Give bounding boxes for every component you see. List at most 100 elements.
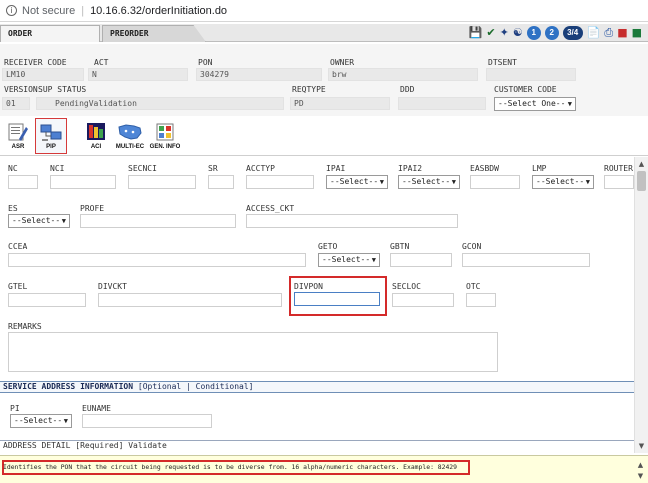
secloc-input[interactable] (392, 293, 454, 307)
nci-input[interactable] (50, 175, 116, 189)
ipai-label: IPAI (326, 164, 346, 173)
excel-icon[interactable]: ■ (632, 26, 642, 40)
asr-caption: ASR (11, 144, 25, 150)
tab-order[interactable]: ORDER (0, 25, 100, 42)
easbdw-label: EASBDW (470, 164, 499, 173)
profe-label: PROFE (80, 204, 105, 213)
es-select[interactable]: --Select-- ▼ (8, 214, 70, 228)
owner-field: brw (328, 68, 478, 81)
es-value: --Select-- (12, 216, 61, 225)
customer-code-select[interactable]: --Select One-- ▼ (494, 97, 576, 111)
receiver-code-field: LM10 (2, 68, 84, 81)
chevron-down-icon: ▼ (585, 178, 590, 186)
gen-info-button[interactable]: GEN. INFO (148, 118, 182, 154)
secloc-label: SECLOC (392, 282, 421, 291)
help-status-bar: Identifies the PON that the circuit bein… (0, 455, 648, 483)
scroll-down-icon[interactable]: ▼ (635, 440, 648, 452)
gbtn-label: GBTN (390, 242, 410, 251)
status-scrollbar[interactable]: ▲ ▼ (634, 459, 646, 481)
pdf-icon[interactable]: ■ (617, 26, 627, 40)
version-field: 01 (2, 97, 30, 110)
pi-label: PI (10, 404, 20, 413)
info-icon[interactable]: i (6, 5, 17, 16)
acctyp-label: ACCTYP (246, 164, 275, 173)
easbdw-input[interactable] (470, 175, 520, 189)
router-label: ROUTER (604, 164, 633, 173)
divckt-input[interactable] (98, 293, 282, 307)
pip-caption: PIP (46, 144, 56, 150)
gbtn-input[interactable] (390, 253, 452, 267)
pon-field: 304279 (196, 68, 322, 81)
divpon-input[interactable] (294, 292, 380, 306)
multi-ec-button[interactable]: MULTI-EC (112, 118, 148, 154)
save-icon[interactable]: 💾 (469, 26, 483, 40)
es-label: ES (8, 204, 18, 213)
run-icon[interactable]: ✦ (500, 26, 509, 40)
access-ckt-input[interactable] (246, 214, 458, 228)
dtsent-label: DTSENT (488, 58, 517, 67)
ipai2-label: IPAI2 (398, 164, 423, 173)
toolbar: 💾 ✔ ✦ ☯ 1 2 3/4 📄 ⎙ ■ ■ (469, 25, 642, 41)
browser-address-bar[interactable]: i Not secure | 10.16.6.32/orderInitiatio… (0, 0, 648, 22)
status-scroll-down-icon[interactable]: ▼ (634, 470, 647, 482)
euname-label: EUNAME (82, 404, 111, 413)
chevron-down-icon: ▼ (451, 178, 456, 186)
secnci-label: SECNCI (128, 164, 157, 173)
tab-preorder[interactable]: PREORDER (102, 25, 206, 42)
ipai2-value: --Select-- (402, 177, 451, 186)
lmp-select[interactable]: --Select-- ▼ (532, 175, 594, 189)
pi-select[interactable]: --Select-- ▼ (10, 414, 72, 428)
ipai2-select[interactable]: --Select-- ▼ (398, 175, 460, 189)
chevron-down-icon: ▼ (61, 217, 66, 225)
asr-button[interactable]: ASR (2, 118, 34, 154)
gtel-input[interactable] (8, 293, 86, 307)
dtsent-field (486, 68, 576, 81)
page-2-button[interactable]: 2 (544, 26, 559, 40)
chevron-down-icon: ▼ (567, 100, 572, 108)
person-run-icon[interactable]: ☯ (513, 26, 523, 40)
geto-value: --Select-- (322, 255, 371, 264)
gtel-label: GTEL (8, 282, 28, 291)
notes-icon[interactable]: 📄 (587, 26, 601, 40)
aci-button[interactable]: ACI (80, 118, 112, 154)
help-message: Identifies the PON that the circuit bein… (3, 463, 458, 471)
scroll-thumb[interactable] (637, 171, 646, 191)
aci-icon (87, 123, 105, 140)
remarks-textarea[interactable] (8, 332, 498, 372)
profe-input[interactable] (80, 214, 236, 228)
geto-select[interactable]: --Select-- ▼ (318, 253, 380, 267)
ccea-input[interactable] (8, 253, 306, 267)
nc-input[interactable] (8, 175, 38, 189)
pip-button[interactable]: PIP (35, 118, 67, 154)
page-1-button[interactable]: 1 (526, 26, 541, 40)
reqtype-field: PD (290, 97, 390, 110)
order-header: RECEIVER CODE LM10 ACT N PON 304279 OWNE… (0, 44, 648, 116)
page-3-4-button[interactable]: 3/4 (562, 26, 583, 40)
pon-label: PON (198, 58, 213, 67)
multi-ec-caption: MULTI-EC (115, 144, 145, 150)
router-input[interactable] (604, 175, 634, 189)
gcon-input[interactable] (462, 253, 590, 267)
ddd-label: DDD (400, 85, 415, 94)
customer-code-label: CUSTOMER CODE (494, 85, 557, 94)
validate-check-icon[interactable]: ✔ (486, 26, 495, 40)
service-address-qualifier: [Optional | Conditional] (137, 382, 254, 391)
ccea-label: CCEA (8, 242, 28, 251)
sr-input[interactable] (208, 175, 234, 189)
gcon-label: GCON (462, 242, 482, 251)
print-icon[interactable]: ⎙ (604, 26, 613, 40)
form-scrollbar[interactable]: ▲ ▼ (634, 157, 648, 453)
address-detail-section-header: ADDRESS DETAIL [Required] Validate (0, 440, 634, 450)
ipai-select[interactable]: --Select-- ▼ (326, 175, 388, 189)
euname-input[interactable] (82, 414, 212, 428)
form-icon-row: ASR PIP ACI MULTI-EC GEN. INFO (0, 116, 648, 156)
gen-info-caption: GEN. INFO (149, 144, 181, 150)
acctyp-input[interactable] (246, 175, 314, 189)
scroll-up-icon[interactable]: ▲ (635, 158, 648, 170)
otc-input[interactable] (466, 293, 496, 307)
reqtype-label: REQTYPE (292, 85, 326, 94)
url-text[interactable]: 10.16.6.32/orderInitiation.do (90, 5, 227, 17)
divckt-label: DIVCKT (98, 282, 127, 291)
geto-label: GETO (318, 242, 338, 251)
secnci-input[interactable] (128, 175, 196, 189)
